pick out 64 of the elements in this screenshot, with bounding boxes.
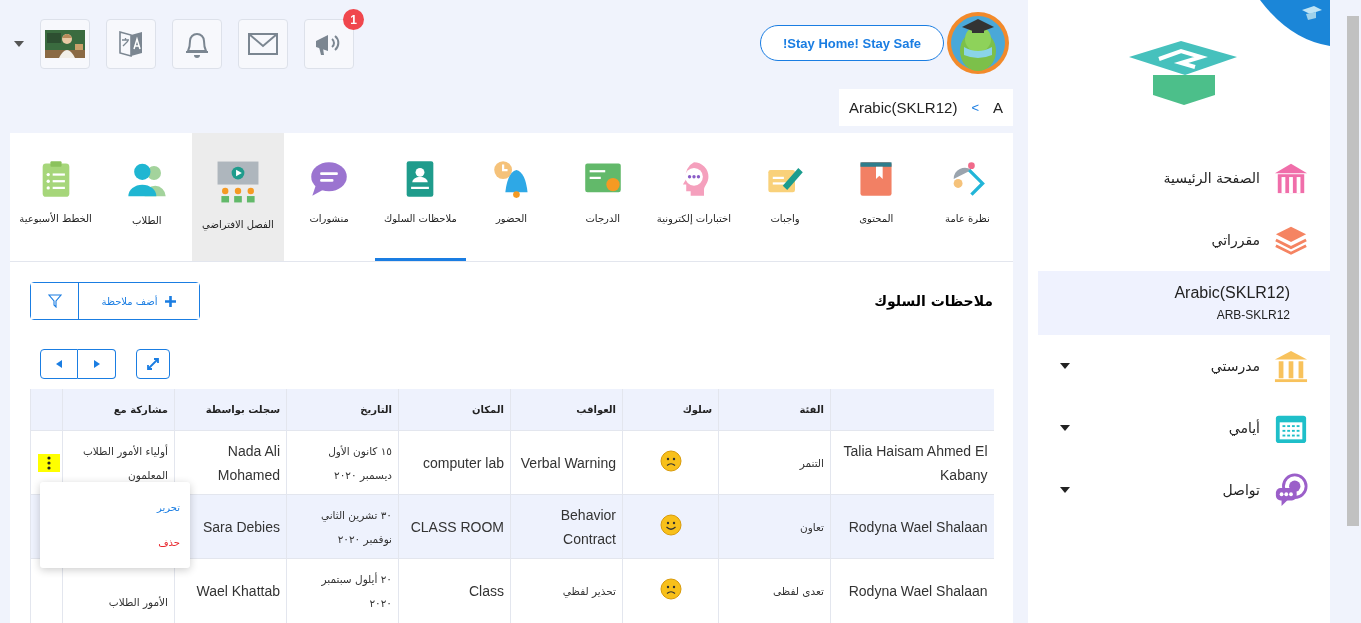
shared-with-cell-text: الأمور الطلاب [108,595,168,611]
recorded-by-cell-text: Nada Ali Mohamed [216,442,280,485]
notification-badge: 1 [343,9,364,31]
mascot-drawing [946,11,1010,76]
course-tab[interactable]: الفصل الافتراضي [192,133,284,262]
student-name: Rodyna Wael Shalaan [848,582,988,602]
plus-icon [165,296,177,307]
add-note-button[interactable]: أضف ملاحظة [78,283,199,320]
filter-icon [47,294,62,309]
place-cell-text: computer lab [423,454,504,473]
expand-button[interactable] [136,349,170,380]
section-title: ملاحظات السلوك [874,293,993,310]
column-header: سجلت بواسطة [205,404,280,416]
date-cell-text: ١٥ كانون الأول ديسمبر ٢٠٢٠ [328,444,392,484]
category-cell-text: التنمر [799,456,824,472]
column-header: مشاركة مع [113,404,168,416]
student-name: Rodyna Wael Shalaan [848,518,988,537]
row-menu-button[interactable] [38,454,60,472]
translate-button[interactable] [106,19,156,70]
profile-button[interactable] [40,19,90,70]
breadcrumb-item[interactable]: A [993,99,1003,117]
chat-signal-icon [1274,473,1308,507]
envelope-icon [248,33,278,56]
notifications-button[interactable] [172,19,222,70]
menu-item[interactable]: حذف [40,525,190,561]
date-cell-text: ٢٠ أيلول سبتمبر ٢٠٢٠ [321,571,392,612]
consequence-cell-text: Behavior Contract [559,506,616,549]
kebab-icon [47,456,51,470]
column-header: العواقب [576,404,616,416]
corner-logo-icon [1260,0,1330,46]
menu-item[interactable]: تحرير [40,490,190,526]
columns-building-icon [1274,349,1308,383]
consequence-cell-text: تحذير لفظي [562,584,616,600]
caret-icon [1060,425,1070,431]
category-cell-text: تعاون [800,520,824,536]
column-header: التاريخ [360,404,392,416]
column-header: المكان [472,404,504,416]
expand-icon [147,358,159,371]
right-triangle-icon [93,360,100,369]
category-cell-text: تعدى لفظى [773,584,824,600]
course-item[interactable]: Arabic(SKLR12) ARB-SKLR12 [1038,271,1330,335]
breadcrumb-separator: > [971,100,979,116]
column-header: الفئة [799,404,824,416]
dropdown-caret-icon[interactable] [14,41,24,48]
caret-icon [1060,363,1070,369]
recorded-by-cell-text: Sara Debies [202,518,280,537]
recorded-by-cell-text: Wael Khattab [196,582,280,602]
column-header: سلوك [682,404,712,416]
messages-button[interactable] [238,19,288,70]
consequence-cell-text: Verbal Warning [520,454,616,473]
student-name: Talia Haisam Ahmed El Kabany [842,442,988,485]
shared-with-cell-text: أولياء الأمور الطلاب المعلمون [81,443,168,484]
caret-icon [1060,487,1070,493]
place-cell-text: Class [469,582,504,602]
next-button[interactable] [78,349,116,380]
breadcrumb-item[interactable]: Arabic(SKLR12) [849,99,958,117]
place-cell-text: CLASS ROOM [410,518,504,537]
left-triangle-icon [56,360,62,369]
translate-icon [118,29,144,60]
date-cell-text: ٣٠ تشرين الثاني نوفمبر ٢٠٢٠ [320,508,392,548]
previous-button[interactable] [40,349,78,380]
stay-safe-button[interactable]: !Stay Home! Stay Safe [760,25,944,62]
building-icon [1274,161,1308,195]
scrollbar[interactable] [1347,16,1359,526]
